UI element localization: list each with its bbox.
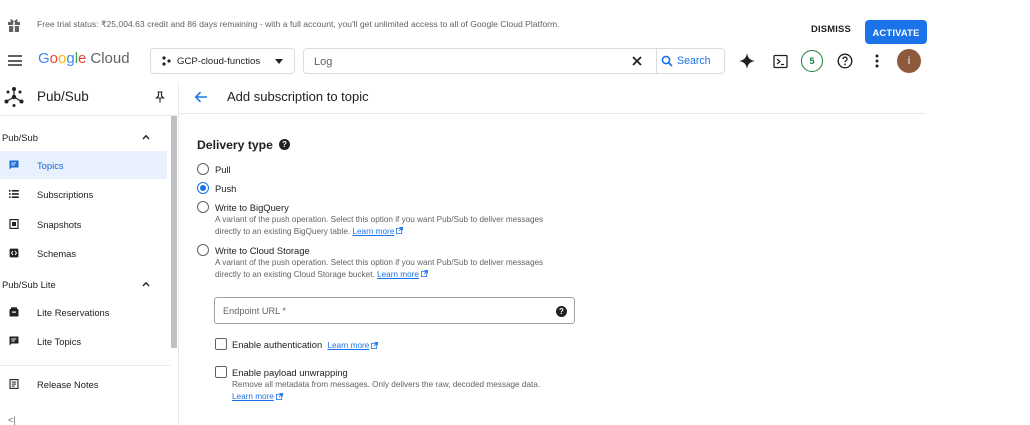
release-notes-icon xyxy=(9,379,19,389)
enable-authentication-label: Enable authentication Learn more xyxy=(232,339,379,350)
topics-icon xyxy=(9,336,19,346)
external-link-icon xyxy=(275,392,283,400)
page-title: Add subscription to topic xyxy=(227,89,369,104)
trial-banner: Free trial status: ₹25,004.63 credit and… xyxy=(0,8,927,44)
chevron-down-icon xyxy=(275,59,283,64)
cloud-shell-icon[interactable] xyxy=(771,52,789,70)
search-divider xyxy=(656,49,657,73)
external-link-icon xyxy=(396,227,404,234)
top-bar: GoogleCloud GCP-cloud-functios Search 5 xyxy=(0,42,926,80)
pin-icon[interactable] xyxy=(155,91,165,103)
google-cloud-logo[interactable]: Google Cloud xyxy=(38,50,130,67)
section-label-pubsub: Pub/Sub xyxy=(2,132,38,143)
enable-authentication-checkbox[interactable] xyxy=(215,338,227,350)
learn-more-link[interactable]: Learn more xyxy=(377,270,428,279)
project-name: GCP-cloud-functios xyxy=(177,55,261,67)
radio-label-bigquery: Write to BigQuery xyxy=(215,202,289,213)
sidebar-scrollbar[interactable] xyxy=(171,116,177,348)
search-box: Search xyxy=(303,48,725,74)
payload-unwrapping-checkbox[interactable] xyxy=(215,366,227,378)
activate-button[interactable]: ACTIVATE xyxy=(865,20,927,44)
payload-unwrapping-description: Remove all metadata from messages. Only … xyxy=(232,380,541,401)
sidebar-item-snapshots[interactable]: Snapshots xyxy=(0,210,167,238)
chevron-up-icon[interactable] xyxy=(142,281,150,287)
radio-pull[interactable] xyxy=(197,163,209,175)
snapshot-icon xyxy=(9,219,19,229)
help-icon[interactable]: ? xyxy=(556,306,567,317)
help-icon[interactable] xyxy=(836,52,854,70)
dismiss-button[interactable]: DISMISS xyxy=(804,17,858,39)
help-icon[interactable]: ? xyxy=(279,139,290,150)
gemini-sparkle-icon[interactable] xyxy=(738,52,756,70)
search-input[interactable] xyxy=(314,53,614,70)
gift-icon xyxy=(8,19,20,32)
reservation-icon xyxy=(9,307,19,317)
chevron-up-icon[interactable] xyxy=(142,134,150,140)
collapse-sidebar-icon[interactable]: <| xyxy=(8,415,16,425)
radio-label-pull: Pull xyxy=(215,164,231,175)
radio-label-push: Push xyxy=(215,183,237,194)
bigquery-description: A variant of the push operation. Select … xyxy=(215,215,544,236)
main-menu-icon[interactable] xyxy=(8,55,22,66)
learn-more-link[interactable]: Learn more xyxy=(352,227,404,236)
list-icon xyxy=(9,190,19,198)
avatar[interactable]: i xyxy=(897,49,921,73)
radio-write-to-cloud-storage[interactable] xyxy=(197,244,209,256)
external-link-icon xyxy=(371,341,379,349)
sidebar-item-schemas[interactable]: Schemas xyxy=(0,239,167,267)
sidebar-divider xyxy=(0,365,170,366)
section-label-pubsub-lite: Pub/Sub Lite xyxy=(2,279,56,290)
back-arrow-icon[interactable] xyxy=(194,90,208,104)
cloud-storage-description: A variant of the push operation. Select … xyxy=(215,258,544,279)
sidebar-header: Pub/Sub xyxy=(0,82,170,112)
close-icon[interactable] xyxy=(630,54,644,68)
schema-icon xyxy=(9,248,19,258)
more-vert-icon[interactable] xyxy=(868,52,886,70)
page-header: Add subscription to topic xyxy=(179,82,926,114)
pubsub-product-icon xyxy=(4,87,24,107)
project-icon xyxy=(162,56,171,66)
learn-more-link[interactable]: Learn more xyxy=(327,341,379,350)
topics-icon xyxy=(9,160,19,170)
external-link-icon xyxy=(420,270,428,277)
sidebar-divider xyxy=(0,115,178,116)
trial-status-text: Free trial status: ₹25,004.63 credit and… xyxy=(37,19,560,29)
sidebar-item-subscriptions[interactable]: Subscriptions xyxy=(0,180,167,208)
endpoint-url-field: ? xyxy=(214,297,575,324)
sidebar: Pub/Sub Pub/Sub Topics Subscriptions Sna… xyxy=(0,82,178,425)
sidebar-border xyxy=(178,82,179,425)
radio-push[interactable] xyxy=(197,182,209,194)
sidebar-item-lite-reservations[interactable]: Lite Reservations xyxy=(0,298,167,326)
notifications-badge[interactable]: 5 xyxy=(801,50,823,72)
sidebar-item-release-notes[interactable]: Release Notes xyxy=(0,370,167,398)
search-icon xyxy=(661,55,673,67)
sidebar-item-topics[interactable]: Topics xyxy=(0,151,167,179)
product-title: Pub/Sub xyxy=(37,89,89,104)
sidebar-item-lite-topics[interactable]: Lite Topics xyxy=(0,327,167,355)
search-button[interactable]: Search xyxy=(661,49,711,73)
delivery-type-heading: Delivery type xyxy=(197,138,273,152)
learn-more-link[interactable]: Learn more xyxy=(232,392,283,401)
radio-write-to-bigquery[interactable] xyxy=(197,201,209,213)
payload-unwrapping-label: Enable payload unwrapping xyxy=(232,367,348,378)
endpoint-url-input[interactable] xyxy=(223,303,543,319)
radio-label-cloud-storage: Write to Cloud Storage xyxy=(215,245,310,256)
project-picker[interactable]: GCP-cloud-functios xyxy=(150,48,295,74)
